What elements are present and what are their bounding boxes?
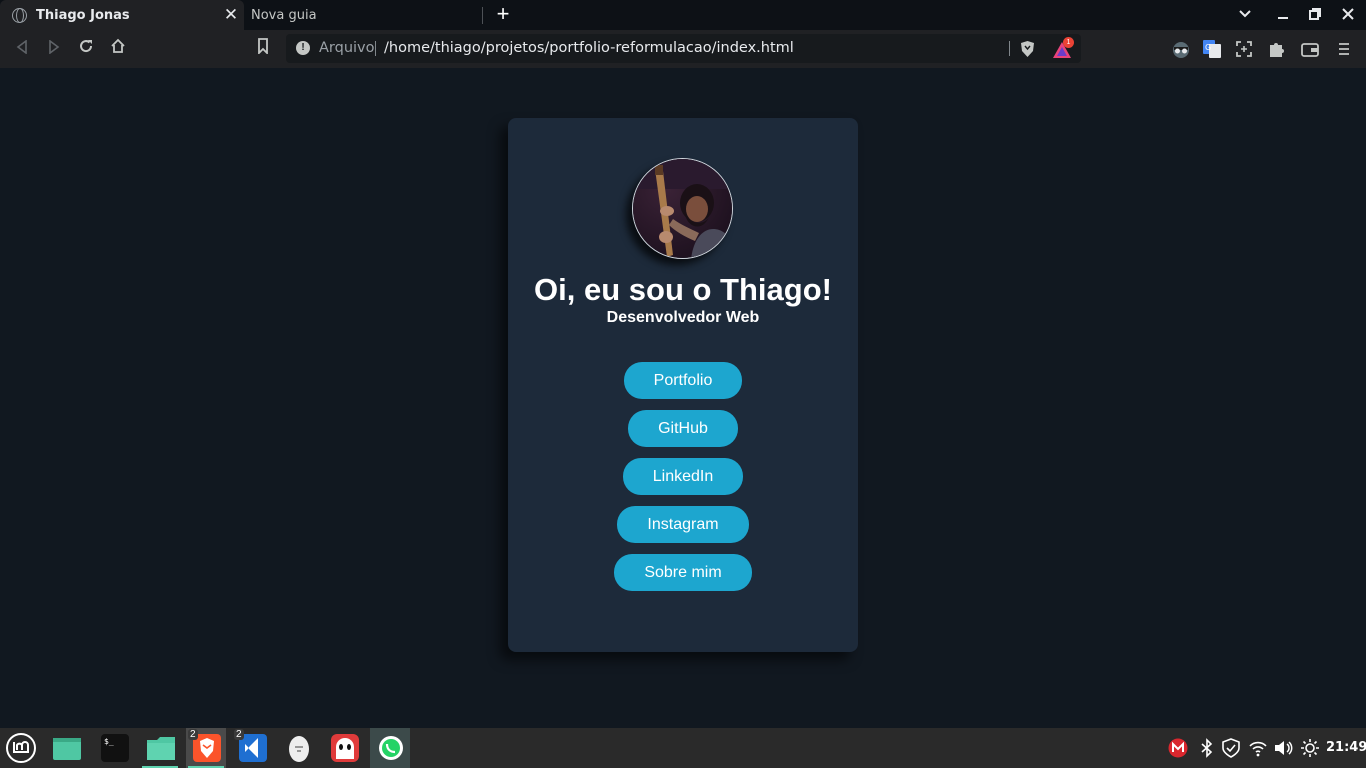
tab-title: Nova guia xyxy=(251,7,317,23)
files-button[interactable] xyxy=(140,728,180,768)
show-desktop-icon xyxy=(53,738,81,760)
address-divider xyxy=(1009,41,1010,56)
brightness-icon[interactable] xyxy=(1300,738,1320,758)
maximize-button[interactable] xyxy=(1304,4,1326,26)
window-count-badge: 2 xyxy=(234,729,244,740)
window-count-badge: 2 xyxy=(188,729,198,740)
show-desktop-button[interactable] xyxy=(46,728,86,768)
back-button[interactable] xyxy=(9,36,35,62)
terminal-icon: $_ xyxy=(101,734,129,762)
profile-photo xyxy=(633,159,732,258)
mint-menu-button[interactable] xyxy=(0,728,40,768)
globe-icon xyxy=(12,7,27,23)
chevron-down-icon xyxy=(1239,10,1251,18)
volume-icon[interactable] xyxy=(1273,738,1293,758)
screenshot-icon[interactable] xyxy=(1234,39,1254,59)
egg-timer-icon xyxy=(289,736,309,762)
browser-toolbar: ! Arquivo /home/thiago/projetos/portfoli… xyxy=(0,30,1366,68)
instagram-button[interactable]: Instagram xyxy=(617,506,749,543)
svg-text:$_: $_ xyxy=(104,737,114,746)
ghost-app-button[interactable] xyxy=(324,728,364,768)
google-translate-icon[interactable]: G xyxy=(1202,39,1222,59)
whatsapp-icon xyxy=(379,736,403,760)
bookmark-button[interactable] xyxy=(250,36,276,62)
bluetooth-icon[interactable] xyxy=(1199,738,1215,758)
clock[interactable]: 21:49 xyxy=(1326,740,1366,755)
wallet-icon[interactable] xyxy=(1300,39,1320,59)
ghost-app-icon xyxy=(331,734,359,762)
terminal-button[interactable]: $_ xyxy=(94,728,134,768)
egg-timer-button[interactable] xyxy=(278,728,318,768)
tab-nova-guia[interactable]: Nova guia xyxy=(244,0,484,30)
browser-tabstrip: Thiago Jonas ✕ Nova guia + xyxy=(0,0,1366,30)
shield-icon[interactable] xyxy=(1222,738,1240,758)
wifi-icon[interactable] xyxy=(1248,738,1268,758)
brave-shield-icon[interactable] xyxy=(1019,40,1036,58)
avatar xyxy=(632,158,733,259)
linkedin-button[interactable]: LinkedIn xyxy=(623,458,743,495)
minimize-icon xyxy=(1278,17,1288,19)
restore-icon xyxy=(1309,8,1321,20)
close-window-button[interactable] xyxy=(1337,4,1359,26)
notification-badge: 1 xyxy=(1063,37,1074,48)
close-icon xyxy=(1342,8,1354,20)
minimize-button[interactable] xyxy=(1272,4,1294,26)
incognito-extension-icon[interactable] xyxy=(1171,39,1191,59)
mint-menu-icon xyxy=(6,733,36,763)
url-text[interactable]: /home/thiago/projetos/portfolio-reformul… xyxy=(384,40,794,56)
tab-title: Thiago Jonas xyxy=(36,7,130,23)
page-title: Oi, eu sou o Thiago! xyxy=(534,272,832,307)
github-button[interactable]: GitHub xyxy=(628,410,738,447)
menu-icon[interactable] xyxy=(1334,39,1354,59)
extensions-puzzle-icon[interactable] xyxy=(1266,39,1286,59)
reload-icon xyxy=(80,40,93,53)
whatsapp-button[interactable] xyxy=(370,728,410,768)
files-icon xyxy=(147,737,175,760)
forward-arrow-icon xyxy=(49,39,60,55)
mega-icon[interactable] xyxy=(1168,738,1188,758)
home-button[interactable] xyxy=(105,36,131,62)
tab-thiago-jonas[interactable]: Thiago Jonas ✕ xyxy=(0,0,244,30)
tab-divider xyxy=(482,7,483,24)
svg-text:G: G xyxy=(1205,43,1211,52)
security-label: Arquivo xyxy=(319,40,375,56)
brave-button[interactable]: 2 xyxy=(186,728,226,768)
sobre-mim-button[interactable]: Sobre mim xyxy=(614,554,752,591)
address-divider xyxy=(375,41,376,56)
forward-button[interactable] xyxy=(41,36,67,62)
page-subtitle: Desenvolvedor Web xyxy=(606,309,760,326)
reload-button[interactable] xyxy=(73,36,99,62)
taskbar: $_ 2 2 21:49 xyxy=(0,728,1366,768)
close-icon[interactable]: ✕ xyxy=(222,6,240,24)
info-icon[interactable]: ! xyxy=(296,41,310,55)
brave-rewards-button[interactable]: 1 xyxy=(1052,37,1078,59)
tab-search-button[interactable] xyxy=(1234,4,1256,26)
portfolio-button[interactable]: Portfolio xyxy=(624,362,742,399)
new-tab-button[interactable]: + xyxy=(492,3,514,26)
vscode-button[interactable]: 2 xyxy=(232,728,272,768)
profile-card: Oi, eu sou o Thiago! Desenvolvedor Web P… xyxy=(508,118,858,652)
address-bar[interactable]: ! Arquivo /home/thiago/projetos/portfoli… xyxy=(286,34,1081,63)
bookmark-icon xyxy=(258,38,268,56)
home-icon xyxy=(111,38,125,53)
back-arrow-icon xyxy=(16,39,27,55)
